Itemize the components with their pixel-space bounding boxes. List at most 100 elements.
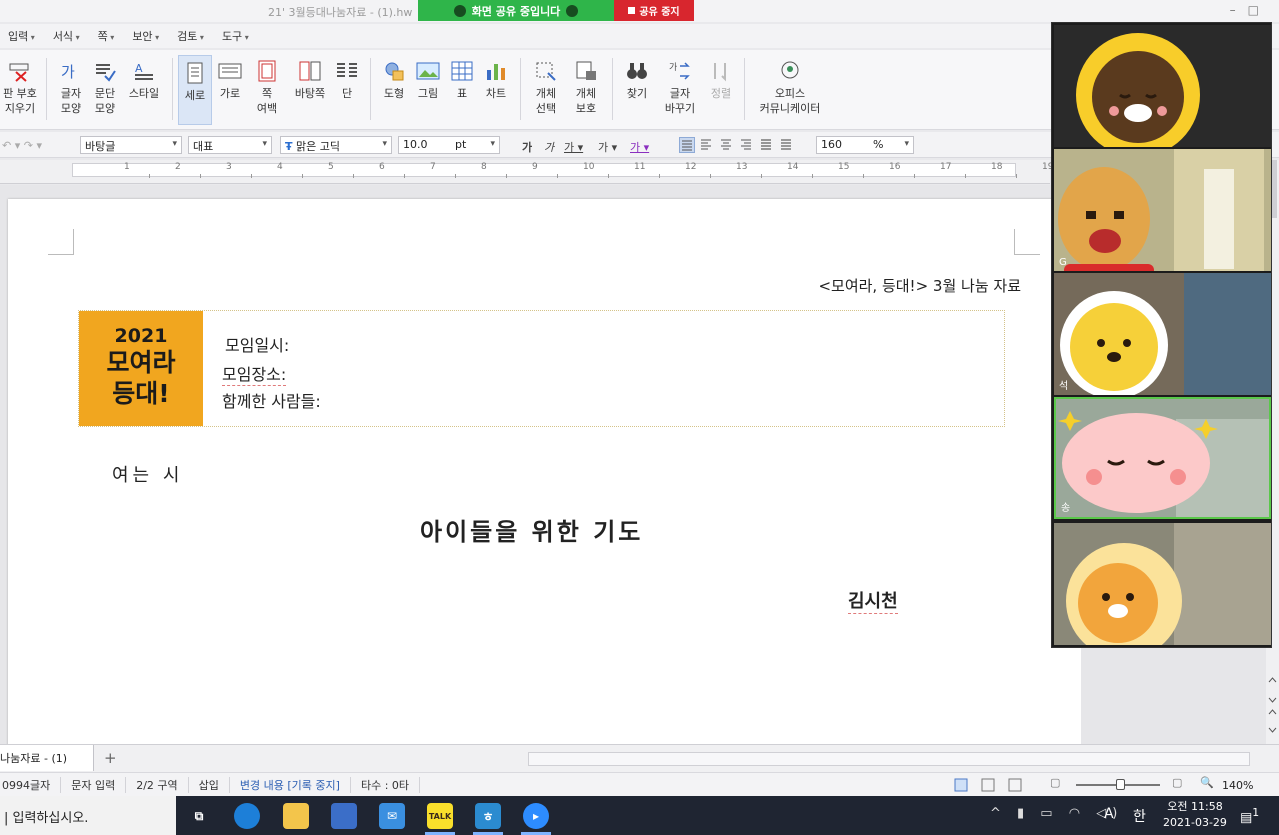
video-call-panel[interactable]: G 석 송 (1051, 22, 1272, 648)
taskbar-search-input[interactable]: | 입력하십시오. (0, 796, 176, 835)
kakaotalk-icon[interactable]: TALK (427, 803, 453, 829)
document-tab[interactable]: 나눔자료 - (1) (0, 745, 94, 771)
video-tile[interactable]: 석 (1054, 273, 1271, 395)
ruler-number: 6 (379, 162, 385, 172)
table-button[interactable]: 표 (446, 54, 478, 101)
horizontal-ruler[interactable]: 1 2 3 4 5 6 7 8 9 10 11 12 13 14 15 16 17 18 19 (0, 160, 1068, 184)
stop-icon (628, 7, 636, 14)
edge-browser-icon[interactable] (234, 803, 260, 829)
zoom-level[interactable]: 140% (1222, 779, 1253, 792)
shapes-button[interactable]: 도형 (378, 54, 410, 101)
sort-button[interactable]: 정렬 (704, 54, 738, 101)
select-object-button[interactable]: 개체 선택 (528, 54, 564, 116)
notification-count: 1 (1252, 806, 1260, 819)
hwp-icon[interactable]: ㅎ (475, 803, 501, 829)
sort-icon (714, 63, 726, 82)
screen-share-banner[interactable]: 화면 공유 중입니다 (418, 0, 614, 21)
language-select[interactable]: 대표 (188, 136, 272, 154)
replace-label1: 글자 (669, 87, 691, 100)
insert-mode[interactable]: 삽입 (189, 776, 230, 793)
center-align-button[interactable] (719, 137, 735, 153)
ruler-number: 11 (634, 162, 646, 172)
task-view-icon[interactable]: ⧉ (186, 803, 212, 829)
video-tile[interactable]: G (1054, 149, 1271, 271)
divider (612, 58, 613, 120)
menu-tools[interactable]: 도구 (222, 28, 249, 44)
menu-security[interactable]: 보안 (132, 28, 159, 44)
zoom-in-icon[interactable]: ▢ (1172, 776, 1182, 789)
horizontal-scrollbar[interactable] (528, 752, 1250, 766)
right-align-button[interactable] (739, 137, 755, 153)
distribute-align-button[interactable] (759, 137, 775, 153)
justify-align-button[interactable] (679, 137, 695, 153)
left-align-button[interactable] (699, 137, 715, 153)
taskbar-clock[interactable]: 오전 11:58 2021-03-29 (1163, 799, 1227, 831)
menu-page[interactable]: 쪽 (98, 28, 115, 44)
protect-object-button[interactable]: 개체 보호 (568, 54, 604, 116)
ruler-number: 7 (430, 162, 436, 172)
font-select[interactable]: Ŧ 맑은 고딕 (280, 136, 392, 154)
zoom-app-icon[interactable]: ▸ (523, 803, 549, 829)
picture-button[interactable]: 그림 (412, 54, 444, 101)
magnifier-icon[interactable]: 🔍 (1200, 776, 1214, 789)
justify-align-icon (682, 140, 692, 151)
font-color-icon[interactable]: 가 ▾ (630, 139, 649, 155)
master-page-button[interactable]: 바탕쪽 (290, 54, 330, 101)
ruler-tick (710, 174, 711, 178)
style-button[interactable]: A 스타일 (124, 54, 164, 101)
store-icon[interactable] (331, 803, 357, 829)
landscape-label: 가로 (219, 87, 241, 100)
ime-mode[interactable]: A (1104, 806, 1114, 822)
menu-review[interactable]: 검토 (177, 28, 204, 44)
zoom-slider-handle[interactable] (1116, 779, 1125, 790)
file-explorer-icon[interactable] (283, 803, 309, 829)
ime-language[interactable]: 한 (1133, 806, 1146, 826)
input-mode[interactable]: 문자 입력 (61, 776, 127, 793)
video-tile-active-speaker[interactable]: 송 (1054, 397, 1271, 519)
view-mode-icons[interactable] (954, 778, 1024, 792)
italic-icon[interactable]: 가 (544, 139, 554, 155)
bold-icon[interactable]: 가 (522, 139, 532, 155)
track-changes-status[interactable]: 변경 내용 [기록 중지] (230, 776, 351, 793)
title-block: 2021 모여라 등대! (79, 311, 203, 426)
line-spacing-input[interactable]: 160 % (816, 136, 914, 154)
landscape-button[interactable]: 가로 (214, 54, 246, 101)
window-controls[interactable]: –□ (1230, 3, 1271, 17)
chart-button[interactable]: 차트 (480, 54, 512, 101)
para-shape-button[interactable]: 문단 모양 (90, 54, 120, 116)
undo-icon[interactable]: ↶ ▾ ↷ ▾ (2, 139, 42, 152)
menu-format[interactable]: 서식 (53, 28, 80, 44)
style-select[interactable]: 바탕글 (80, 136, 182, 154)
mail-icon[interactable]: ✉ (379, 803, 405, 829)
video-tile[interactable] (1054, 523, 1271, 645)
strikethrough-icon[interactable]: 가 ▾ (598, 139, 617, 155)
char-shape-button[interactable]: 가 글자 모양 (56, 54, 86, 116)
replace-button[interactable]: 가 글자 바꾸기 (660, 54, 700, 116)
video-tile[interactable] (1054, 25, 1271, 147)
add-tab-button[interactable]: + (104, 749, 117, 767)
para-shape-icon (96, 64, 116, 82)
shapes-icon (385, 62, 404, 81)
portrait-page-icon (187, 62, 203, 84)
zoom-out-icon[interactable]: ▢ (1050, 776, 1060, 789)
page-margins-button[interactable]: 쪽 여백 (250, 54, 284, 116)
stop-share-button[interactable]: 공유 중지 (614, 0, 694, 21)
underline-icon[interactable]: 가 ▾ (564, 139, 583, 155)
distribute-align-icon (761, 139, 771, 150)
menu-insert[interactable]: 입력 (8, 28, 35, 44)
clear-marks-button[interactable]: 판 부호 지우기 (0, 54, 40, 116)
find-button[interactable]: 찾기 (620, 54, 654, 101)
title-block-year: 2021 (114, 325, 168, 347)
document-page[interactable]: <모여라, 등대!> 3월 나눔 자료 2021 모여라 등대! 모임일시: 모… (8, 199, 1081, 759)
landscape-page-icon (218, 63, 242, 79)
columns-button[interactable]: 단 (332, 54, 362, 101)
portrait-button[interactable]: 세로 (178, 55, 212, 125)
ruler-tick (812, 174, 813, 178)
ruler-tick (1016, 174, 1017, 178)
share-pin-icon (453, 4, 466, 17)
divide-align-button[interactable] (779, 137, 795, 153)
clear-marks-label1: 판 부호 (3, 87, 37, 100)
notification-center-icon[interactable]: ▤1 (1240, 806, 1259, 825)
office-communicator-button[interactable]: 오피스 커뮤니케이터 (754, 54, 826, 116)
font-size-input[interactable]: 10.0 pt (398, 136, 500, 154)
